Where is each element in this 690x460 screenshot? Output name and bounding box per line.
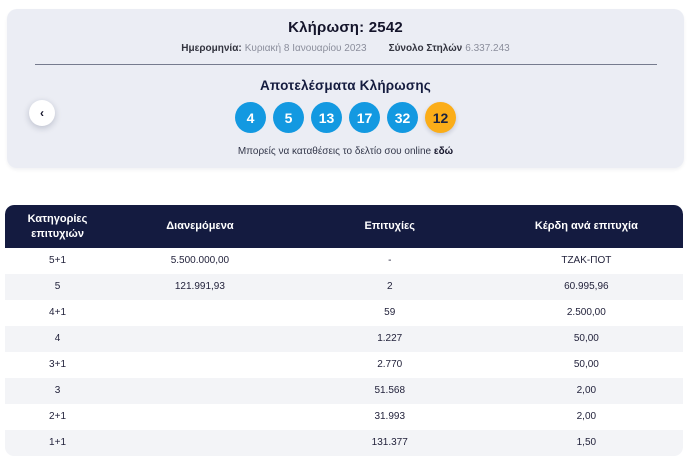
table-row: 4 1.227 50,00 xyxy=(5,326,683,352)
draw-meta: Ημερομηνία: Κυριακή 8 Ιανουαρίου 2023 Σύν… xyxy=(7,43,684,54)
column-header: Επιτυχίες xyxy=(364,220,415,233)
winners-cell: 131.377 xyxy=(371,437,408,449)
category-cell: 4+1 xyxy=(49,307,67,319)
table-row: 5+1 5.500.000,00 - ΤΖΑΚ-ΠΟΤ xyxy=(5,248,683,274)
deposit-here-link[interactable]: εδώ xyxy=(434,146,453,157)
winners-cell: 2 xyxy=(386,281,393,293)
deposit-line: Μπορείς να καταθέσεις το δελτίο σου onli… xyxy=(7,146,684,157)
main-number-ball: 4 xyxy=(235,102,266,133)
winners-cell: 59 xyxy=(384,307,396,319)
prize-cell: 50,00 xyxy=(573,333,599,345)
draw-date: Ημερομηνία: Κυριακή 8 Ιανουαρίου 2023 xyxy=(181,43,366,54)
table-row: 1+1 131.377 1,50 xyxy=(5,430,683,456)
prize-cell: 2.500,00 xyxy=(566,307,606,319)
category-cell: 5 xyxy=(54,281,61,293)
winners-cell: 51.568 xyxy=(374,385,406,397)
draw-title: Κλήρωση: 2542 xyxy=(7,9,684,36)
draw-date-value: Κυριακή 8 Ιανουαρίου 2023 xyxy=(244,43,367,54)
category-cell: 2+1 xyxy=(49,411,67,423)
chevron-left-icon: ‹ xyxy=(40,106,44,120)
draw-title-label: Κλήρωση: xyxy=(288,19,365,36)
column-header: Κέρδη ανά επιτυχία xyxy=(534,220,638,233)
deposit-text: Μπορείς να καταθέσεις το δελτίο σου onli… xyxy=(237,146,432,157)
winners-cell: 31.993 xyxy=(374,411,406,423)
category-cell: 3+1 xyxy=(49,359,67,371)
total-columns-value: 6.337.243 xyxy=(465,43,510,54)
draw-numbers: 4 5 13 17 32 12 xyxy=(7,102,684,133)
prize-cell: 2,00 xyxy=(576,385,597,397)
winnings-table-body: 5+1 5.500.000,00 - ΤΖΑΚ-ΠΟΤ 5 121.991,93 2 60.9… xyxy=(5,248,683,456)
table-row: 4+1 59 2.500,00 xyxy=(5,300,683,326)
divider xyxy=(35,64,657,65)
winners-cell: 2.770 xyxy=(377,359,403,371)
prize-cell: 60.995,96 xyxy=(564,281,609,293)
category-cell: 3 xyxy=(54,385,61,397)
winnings-table-header: Κατηγορίες επιτυχιών Διανεμόμενα Επιτυχίες… xyxy=(5,205,683,248)
draw-number: 2542 xyxy=(368,19,403,36)
table-row: 3+1 2.770 50,00 xyxy=(5,352,683,378)
main-number-ball: 13 xyxy=(311,102,342,133)
draw-summary-card: Κλήρωση: 2542 Ημερομηνία: Κυριακή 8 Ιανου… xyxy=(7,9,684,168)
winners-cell: 1.227 xyxy=(377,333,403,345)
bonus-number-ball: 12 xyxy=(425,102,456,133)
draw-date-label: Ημερομηνία: xyxy=(181,43,242,54)
table-row: 2+1 31.993 2,00 xyxy=(5,404,683,430)
winners-cell: - xyxy=(388,255,392,267)
category-cell: 4 xyxy=(54,333,61,345)
distributed-cell: 121.991,93 xyxy=(174,281,225,293)
table-row: 3 51.568 2,00 xyxy=(5,378,683,404)
previous-draw-button[interactable]: ‹ xyxy=(29,100,55,126)
prize-cell: 2,00 xyxy=(576,411,597,423)
main-number-ball: 32 xyxy=(387,102,418,133)
main-number-ball: 5 xyxy=(273,102,304,133)
table-row: 5 121.991,93 2 60.995,96 xyxy=(5,274,683,300)
category-cell: 5+1 xyxy=(49,255,67,267)
distributed-cell: 5.500.000,00 xyxy=(170,255,230,267)
column-header: Κατηγορίες επιτυχιών xyxy=(27,212,88,240)
results-heading: Αποτελέσματα Κλήρωσης xyxy=(259,78,432,93)
total-columns-label: Σύνολο Στηλών xyxy=(388,43,463,54)
total-columns: Σύνολο Στηλών 6.337.243 xyxy=(389,43,510,54)
category-cell: 1+1 xyxy=(49,437,67,449)
winnings-table: Κατηγορίες επιτυχιών Διανεμόμενα Επιτυχίες… xyxy=(5,205,683,456)
column-header: Διανεμόμενα xyxy=(166,220,234,233)
main-number-ball: 17 xyxy=(349,102,380,133)
prize-cell: ΤΖΑΚ-ΠΟΤ xyxy=(561,255,612,267)
prize-cell: 50,00 xyxy=(573,359,599,371)
prize-cell: 1,50 xyxy=(576,437,597,449)
